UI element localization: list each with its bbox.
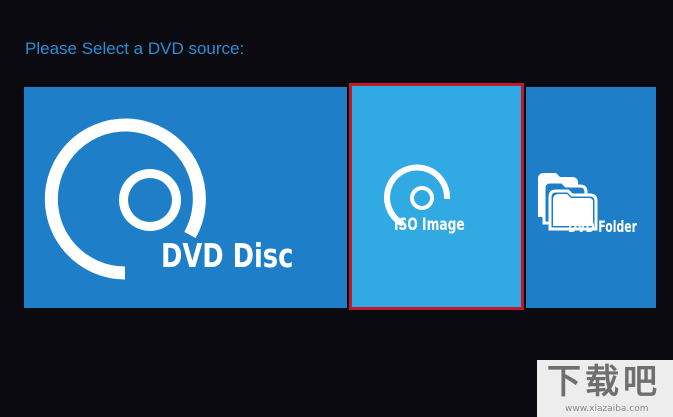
select-source-prompt: Please Select a DVD source: — [25, 39, 245, 58]
folder-stack-icon — [538, 173, 598, 231]
iso-image-button[interactable]: ISO Image — [349, 83, 524, 310]
watermark-url: www.xiazaiba.com — [565, 404, 649, 414]
dvd-folder-button[interactable]: DVD Folder — [526, 87, 656, 308]
watermark-text: 下载吧 — [547, 362, 661, 402]
dvd-disc-button[interactable]: DVD Disc — [24, 87, 347, 308]
site-watermark: 下载吧 www.xiazaiba.com — [537, 360, 673, 417]
dvd-folder-label: DVD Folder — [568, 217, 637, 236]
iso-image-icon — [384, 164, 451, 227]
iso-image-label: ISO Image — [394, 215, 465, 235]
dvd-disc-label: DVD Disc — [161, 236, 294, 275]
